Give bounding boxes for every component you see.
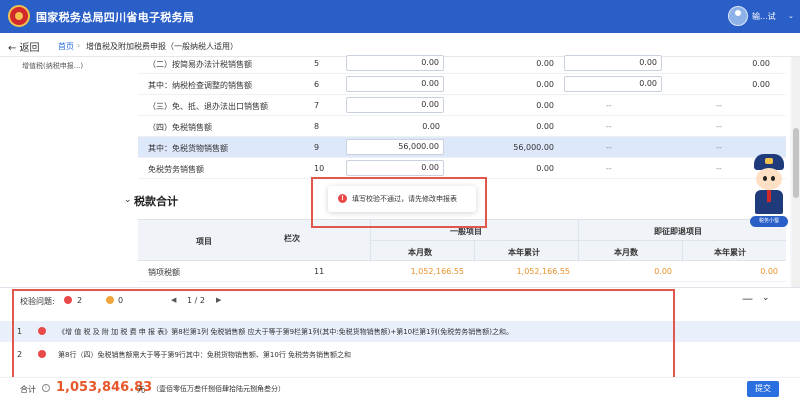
table-row: 其中：纳税检查调整的销售额 6 0.00 0.00 0.00 0.00	[138, 74, 786, 95]
cell-input-month[interactable]: 0.00	[346, 55, 444, 71]
table-row-output-tax: 销项税额 11 1,052,166.55 1,052,166.55 0.00 0…	[138, 261, 786, 282]
cell-immediate-year: 0.00	[752, 59, 770, 68]
cell-input-immediate-month[interactable]: 0.00	[564, 55, 662, 71]
column-header-year-total: 本年累计	[508, 248, 540, 257]
row-item-name: 其中：免税货物销售额	[148, 144, 228, 153]
row-line-number: 8	[314, 122, 320, 131]
cell-year-total: 56,000.00	[513, 143, 554, 152]
cell-input-immediate-month[interactable]: 0.00	[564, 76, 662, 92]
collapse-panel-chevron-icon[interactable]: ⌄	[762, 293, 770, 303]
sidebar-item-vat-return[interactable]: 增值税(纳税申报...)	[22, 61, 83, 71]
cell-input-month[interactable]: 0.00	[346, 160, 444, 176]
table-row: （二）按简易办法计税销售额 5 0.00 0.00 0.00 0.00	[138, 53, 786, 74]
site-title: 国家税务总局四川省电子税务局	[36, 11, 195, 24]
cell-output-tax-month: 1,052,166.55	[410, 267, 464, 276]
breadcrumb-home-link[interactable]: 首页	[58, 41, 74, 52]
tax-bureau-logo-icon	[8, 5, 30, 27]
user-avatar-icon[interactable]	[728, 6, 748, 26]
row-line-number: 7	[314, 101, 320, 110]
footer-summary-bar: 合计 i 1,053,846.83 元 （壹佰零伍万叁仟捌佰肆拾陆元捌角叁分） …	[0, 377, 800, 399]
cell-year-total: 0.00	[536, 122, 554, 131]
table-row: （四）免税销售额 8 0.00 0.00 -- --	[138, 116, 786, 137]
cell-not-applicable: --	[606, 143, 612, 152]
row-line-number: 6	[314, 80, 320, 89]
cell-year-total: 0.00	[536, 101, 554, 110]
row-item-name: 免税劳务销售额	[148, 165, 204, 174]
section-title-tax-total: 税款合计	[134, 195, 178, 208]
cell-not-applicable: --	[606, 122, 612, 131]
submit-button[interactable]: 提交	[747, 381, 779, 397]
breadcrumb-separator: ›	[77, 41, 81, 50]
column-header-year-immediate: 本年累计	[714, 248, 746, 257]
column-header-month-immediate: 本月数	[614, 248, 638, 257]
cell-year-total: 0.00	[536, 59, 554, 68]
cell-not-applicable: --	[606, 101, 612, 110]
row-item-name: （四）免税销售额	[148, 123, 212, 132]
row-line-number: 10	[314, 164, 325, 173]
info-icon[interactable]: i	[42, 384, 50, 392]
breadcrumb-current-page: 增值税及附加税费申报（一般纳税人适用）	[86, 42, 238, 51]
column-header-month: 本月数	[408, 248, 432, 257]
user-menu-chevron-icon[interactable]: ⌄	[788, 12, 794, 20]
cell-not-applicable: --	[716, 101, 722, 110]
top-header: 国家税务总局四川省电子税务局 输...试 ⌄	[0, 0, 800, 33]
minimize-panel-icon[interactable]: —	[742, 292, 753, 305]
left-sidebar: 增值税(纳税申报...)	[0, 57, 128, 287]
cell-immediate-year: 0.00	[752, 80, 770, 89]
table-row-highlighted: 其中：免税货物销售额 9 56,000.00 56,000.00 -- --	[138, 137, 786, 158]
cell-not-applicable: --	[606, 164, 612, 173]
user-name[interactable]: 输...试	[752, 11, 776, 22]
section-collapse-chevron-icon[interactable]: ⌄	[124, 195, 132, 205]
back-button[interactable]: ← 返回	[8, 39, 40, 54]
total-unit: 元	[137, 385, 145, 394]
cell-output-tax-immediate-month: 0.00	[654, 267, 672, 276]
cell-not-applicable: --	[716, 164, 722, 173]
total-label: 合计	[20, 385, 36, 394]
mascot-name-tag: 税务小蜀	[750, 216, 788, 227]
row-line-number: 5	[314, 59, 320, 68]
row-item-name: （三）免、抵、退办法出口销售额	[148, 102, 268, 111]
annotation-highlight-box-toast	[311, 177, 487, 228]
row-item-name: （二）按简易办法计税销售额	[148, 60, 252, 69]
declaration-form: （二）按简易办法计税销售额 5 0.00 0.00 0.00 0.00 其中：纳…	[124, 55, 790, 287]
row-line-number: 9	[314, 143, 320, 152]
cell-year-total: 0.00	[536, 164, 554, 173]
row-item-name: 销项税额	[148, 268, 180, 277]
mascot-face	[756, 168, 782, 190]
cell-month: 0.00	[422, 122, 440, 131]
table-row: （三）免、抵、退办法出口销售额 7 0.00 0.00 -- --	[138, 95, 786, 116]
cell-input-month[interactable]: 0.00	[346, 76, 444, 92]
main-scrollbar-thumb[interactable]	[793, 128, 799, 198]
cell-not-applicable: --	[716, 143, 722, 152]
assistant-mascot[interactable]: 税务小蜀	[746, 150, 792, 230]
row-item-name: 其中：纳税检查调整的销售额	[148, 81, 252, 90]
column-header-immediate-refund: 即征即退项目	[654, 227, 702, 236]
total-amount-in-words: （壹佰零伍万叁仟捌佰肆拾陆元捌角叁分）	[152, 385, 285, 393]
cell-year-total: 0.00	[536, 80, 554, 89]
column-header-line-number: 栏次	[284, 234, 300, 243]
annotation-highlight-box-panel	[12, 289, 675, 380]
table-row: 免税劳务销售额 10 0.00 0.00 -- --	[138, 158, 786, 179]
row-line-number: 11	[314, 267, 325, 276]
cell-output-tax-immediate-year: 0.00	[760, 267, 778, 276]
cell-input-month[interactable]: 56,000.00	[346, 139, 444, 155]
cell-input-month[interactable]: 0.00	[346, 97, 444, 113]
mascot-hat-badge	[765, 158, 773, 164]
cell-output-tax-year: 1,052,166.55	[516, 267, 570, 276]
column-header-item: 项目	[196, 237, 212, 246]
cell-not-applicable: --	[716, 122, 722, 131]
